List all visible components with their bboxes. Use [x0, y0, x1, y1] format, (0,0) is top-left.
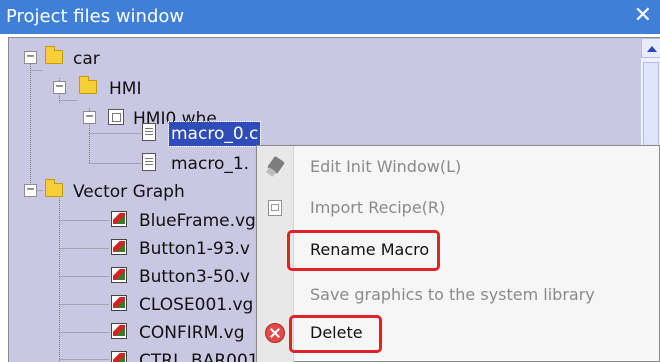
scroll-up-icon[interactable] [641, 38, 660, 58]
wand-icon [265, 157, 285, 177]
rename-macro-highlight [287, 230, 440, 271]
delete-highlight [289, 315, 382, 353]
vector-graphic-icon [111, 211, 127, 227]
window-title: Project files window [6, 6, 185, 27]
collapse-icon[interactable]: − [53, 80, 66, 94]
tree-node-vector-item[interactable]: CONFIRM.vg [9, 321, 269, 345]
tree-node-vector-item[interactable]: BlueFrame.vg [9, 209, 269, 233]
file-icon [142, 153, 156, 171]
tree-node-hmi[interactable]: − HMI [9, 76, 249, 101]
menu-item-label: Save graphics to the system library [310, 285, 595, 304]
tree-node-macro-0[interactable]: macro_0.c [9, 121, 269, 147]
menu-item-save-graphics[interactable]: Save graphics to the system library [293, 278, 659, 312]
tree-node-vector-graph[interactable]: − Vector Graph [9, 179, 269, 204]
tree-label: car [73, 49, 100, 69]
tree-label: CLOSE001.vg [139, 295, 254, 315]
tree-label-selected: macro_0.c [167, 121, 262, 147]
tree-label: Vector Graph [73, 182, 185, 202]
tree-node-car[interactable]: − car [9, 46, 249, 71]
tree-label: HMI [109, 79, 142, 99]
tree-node-macro-1[interactable]: macro_1. [9, 152, 269, 176]
recipe-icon [265, 198, 285, 218]
collapse-icon[interactable]: − [24, 183, 37, 197]
menu-item-label: Import Recipe(R) [310, 198, 446, 217]
title-bar: Project files window ✕ [0, 0, 660, 34]
vector-graphic-icon [111, 351, 127, 362]
menu-item-label: Edit Init Window(L) [310, 157, 462, 176]
folder-icon [79, 76, 97, 94]
tree-node-vector-item[interactable]: CLOSE001.vg [9, 293, 269, 317]
close-icon[interactable]: ✕ [634, 4, 652, 28]
tree-label: CONFIRM.vg [139, 323, 245, 343]
folder-icon [45, 179, 63, 197]
file-icon [142, 123, 156, 141]
menu-item-import-recipe[interactable]: Import Recipe(R) [268, 191, 659, 225]
tree-node-vector-item[interactable]: Button1-93.v [9, 237, 269, 261]
vector-graphic-icon [111, 295, 127, 311]
tree-label: Button1-93.v [139, 239, 250, 259]
project-files-window: Project files window ✕ − car − HMI − HMI… [0, 0, 660, 362]
tree-label: Button3-50.v [139, 267, 250, 287]
tree-label: macro_1. [171, 154, 250, 174]
menu-item-edit-init-window[interactable]: Edit Init Window(L) [293, 150, 659, 184]
tree-node-vector-item[interactable]: CTRL_BAR001.vg [9, 349, 285, 362]
folder-icon [45, 46, 63, 64]
delete-icon [265, 323, 285, 343]
tree-node-vector-item[interactable]: Button3-50.v [9, 265, 269, 289]
collapse-icon[interactable]: − [24, 50, 37, 64]
vector-graphic-icon [111, 267, 127, 283]
vector-graphic-icon [111, 323, 127, 339]
vector-graphic-icon [111, 239, 127, 255]
tree-label: BlueFrame.vg [139, 211, 256, 231]
